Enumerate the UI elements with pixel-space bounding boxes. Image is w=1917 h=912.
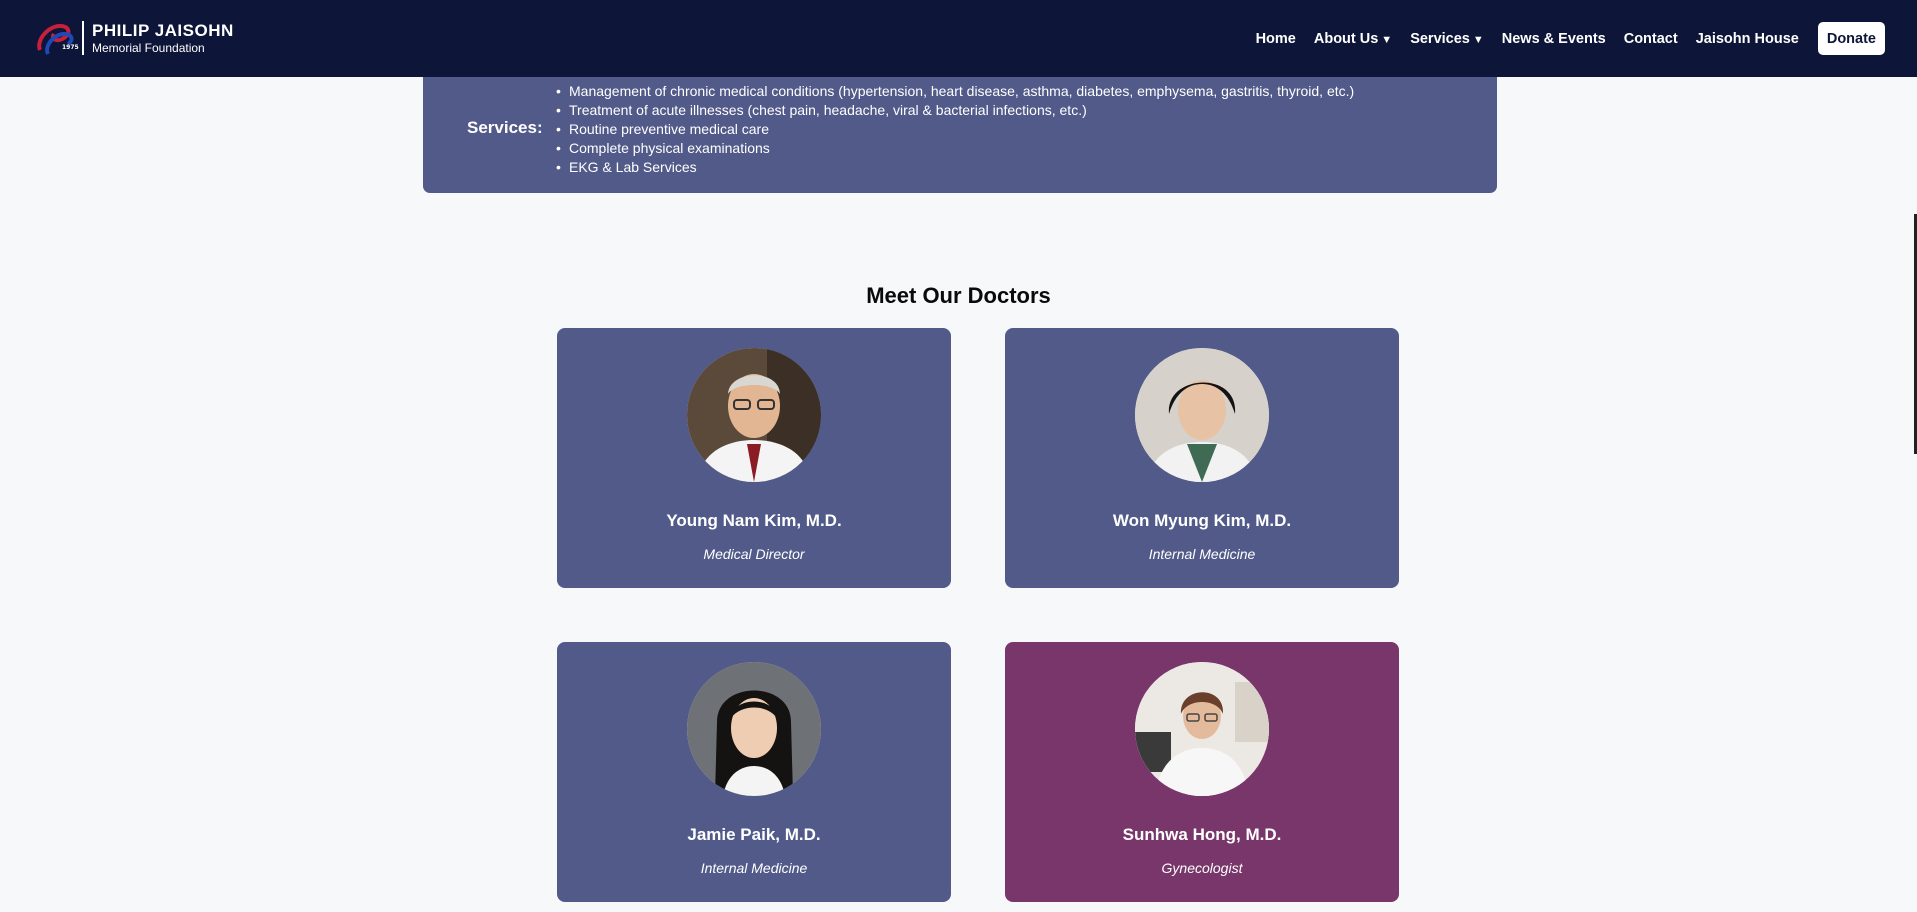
nav-about-us[interactable]: About Us ▼ [1314, 31, 1392, 47]
nav-services-label: Services [1410, 30, 1470, 47]
logo-emblem-icon: 1975 [34, 20, 79, 56]
doctor-card-sunhwa-hong[interactable]: Sunhwa Hong, M.D. Gynecologist [1005, 642, 1399, 902]
logo-divider [82, 21, 84, 55]
nav-about-us-label: About Us [1313, 30, 1379, 47]
nav-jaisohn-house[interactable]: Jaisohn House [1696, 31, 1799, 47]
doctor-photo [1135, 348, 1269, 482]
doctor-card-won-myung-kim[interactable]: Won Myung Kim, M.D. Internal Medicine [1005, 328, 1399, 588]
services-list-item: Complete physical examinations [555, 139, 1354, 158]
logo-wordmark: PHILIP JAISOHN Memorial Foundation [92, 22, 234, 54]
doctor-photo [687, 348, 821, 482]
top-navbar: 1975 PHILIP JAISOHN Memorial Foundation … [0, 0, 1917, 77]
doctor-role: Gynecologist [1161, 860, 1243, 876]
doctor-role: Internal Medicine [700, 860, 808, 876]
services-list-item: Treatment of acute illnesses (chest pain… [555, 101, 1354, 120]
doctor-name: Won Myung Kim, M.D. [1112, 511, 1292, 530]
nav-news-events-label: News & Events [1501, 30, 1606, 47]
nav-services[interactable]: Services ▼ [1410, 31, 1484, 47]
logo-line-2: Memorial Foundation [92, 41, 205, 55]
nav-news-events[interactable]: News & Events [1502, 31, 1606, 47]
doctor-name: Sunhwa Hong, M.D. [1122, 825, 1282, 844]
main-nav: Home About Us ▼ Services ▼ News & Events C… [1238, 22, 1885, 55]
doctor-role: Internal Medicine [1148, 546, 1256, 562]
doctor-name: Young Nam Kim, M.D. [666, 511, 842, 530]
nav-jaisohn-house-label: Jaisohn House [1695, 30, 1799, 47]
services-list-item: Management of chronic medical conditions… [555, 82, 1354, 101]
donate-button[interactable]: Donate [1817, 22, 1885, 55]
logo-line-1: PHILIP JAISOHN [92, 21, 234, 40]
caret-down-icon: ▼ [1381, 33, 1393, 46]
doctor-role: Medical Director [703, 546, 805, 562]
services-list: Management of chronic medical conditions… [555, 82, 1354, 177]
services-list-item: Routine preventive medical care [555, 120, 1354, 139]
doctor-name: Jamie Paik, M.D. [687, 825, 821, 844]
doctor-card-young-nam-kim[interactable]: Young Nam Kim, M.D. Medical Director [557, 328, 951, 588]
services-panel: Services: Management of chronic medical … [423, 60, 1497, 193]
doctors-section-title: Meet Our Doctors [866, 283, 1051, 308]
doctor-photo [1135, 662, 1269, 796]
caret-down-icon: ▼ [1472, 33, 1484, 46]
services-list-item: EKG & Lab Services [555, 158, 1354, 177]
foundation-logo[interactable]: 1975 PHILIP JAISOHN Memorial Foundation [34, 18, 234, 58]
nav-contact[interactable]: Contact [1624, 31, 1678, 47]
doctor-card-jamie-paik[interactable]: Jamie Paik, M.D. Internal Medicine [557, 642, 951, 902]
nav-home-label: Home [1255, 30, 1296, 47]
nav-home[interactable]: Home [1256, 31, 1296, 47]
doctor-photo [687, 662, 821, 796]
services-heading: Services: [467, 118, 543, 137]
logo-year: 1975 [62, 44, 79, 51]
nav-contact-label: Contact [1623, 30, 1678, 47]
